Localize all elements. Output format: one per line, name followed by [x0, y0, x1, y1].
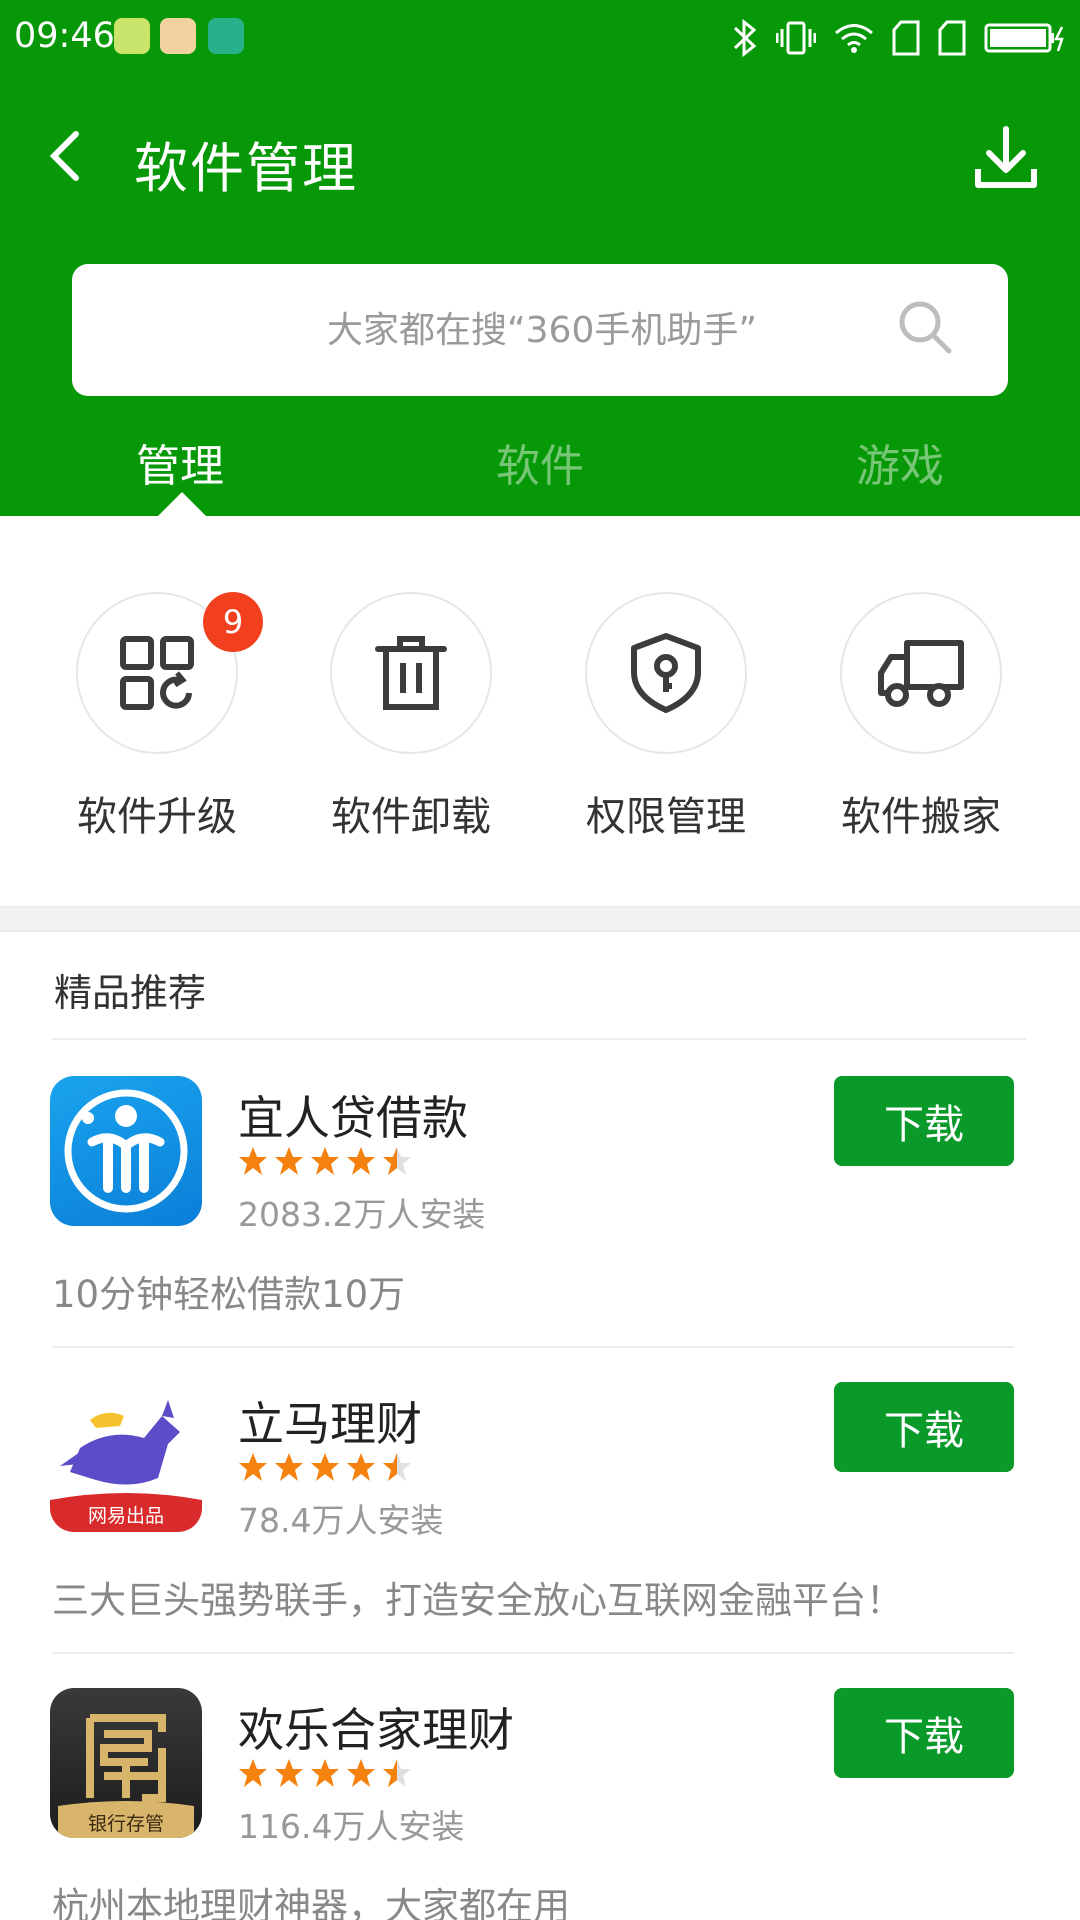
app-description: 三大巨头强势联手，打造安全放心互联网金融平台！	[52, 1579, 903, 1622]
app-update-icon	[120, 636, 194, 710]
tool-label: 软件搬家	[841, 794, 1001, 840]
app-icon-lima: 网易出品	[50, 1382, 202, 1532]
star-icon	[347, 1759, 375, 1787]
app-installs: 78.4万人安装	[238, 1501, 444, 1540]
search-input[interactable]	[222, 264, 862, 396]
sim2-icon	[938, 20, 966, 56]
app-header: 09:46 软件管理 管理 软件 游戏	[0, 0, 1080, 516]
tool-circle	[585, 592, 747, 754]
status-time: 09:46	[14, 16, 115, 56]
back-arrow-icon	[49, 131, 79, 181]
status-icons	[732, 14, 1066, 62]
section-divider	[0, 906, 1080, 932]
app-description: 杭州本地理财神器，大家都在用	[52, 1885, 570, 1920]
back-button[interactable]	[40, 126, 90, 186]
bluetooth-icon	[733, 18, 757, 58]
tool-label: 权限管理	[586, 794, 746, 840]
tool-circle	[840, 592, 1002, 754]
star-icon	[275, 1147, 303, 1175]
app-installs: 116.4万人安装	[238, 1807, 465, 1846]
sim1-icon	[892, 20, 920, 56]
tab-software[interactable]: 软件	[440, 430, 640, 494]
download-button[interactable]: 下载	[834, 1076, 1014, 1166]
battery-icon	[984, 23, 1064, 53]
app-card[interactable]: 银行存管 欢乐合家理财 116.4万人安装 下载 杭州本地理财神器，大家都在用	[0, 1652, 1080, 1920]
star-icon	[311, 1453, 339, 1481]
app-installs: 2083.2万人安装	[238, 1195, 486, 1234]
star-icon	[239, 1453, 267, 1481]
app-name: 立马理财	[238, 1397, 422, 1451]
tab-games[interactable]: 游戏	[800, 430, 1000, 494]
trash-icon	[375, 636, 447, 710]
tool-circle	[330, 592, 492, 754]
icon-tag-text: 网易出品	[88, 1505, 164, 1527]
icon-tag-text: 银行存管	[88, 1813, 164, 1835]
half-star-icon	[383, 1147, 411, 1175]
app-description: 10分钟轻松借款10万	[52, 1273, 406, 1316]
star-icon	[311, 1759, 339, 1787]
rating-stars	[238, 1452, 412, 1482]
app-card[interactable]: 网易出品 立马理财 78.4万人安装 下载 三大巨头强势联手，打造安全放心互联网…	[0, 1346, 1080, 1654]
tool-label: 软件升级	[77, 794, 237, 840]
app-name: 欢乐合家理财	[238, 1703, 514, 1757]
app-card[interactable]: 宜人贷借款 2083.2万人安装 下载 10分钟轻松借款10万	[0, 1040, 1080, 1348]
search-icon[interactable]	[896, 298, 954, 356]
search-box[interactable]	[72, 264, 1008, 396]
download-button[interactable]: 下载	[834, 1382, 1014, 1472]
tool-label: 软件卸载	[331, 794, 491, 840]
section-title: 精品推荐	[54, 971, 207, 1015]
wifi-icon	[835, 24, 873, 53]
app-icon-yirendai	[50, 1076, 202, 1226]
usb-icon	[208, 18, 244, 54]
page-title: 软件管理	[134, 137, 358, 200]
half-star-icon	[383, 1453, 411, 1481]
app-name: 宜人贷借款	[238, 1091, 468, 1145]
download-manager-button[interactable]	[970, 122, 1042, 194]
download-button[interactable]: 下载	[834, 1688, 1014, 1778]
tab-indicator	[158, 492, 206, 516]
star-icon	[239, 1147, 267, 1175]
star-icon	[311, 1147, 339, 1175]
star-icon	[275, 1453, 303, 1481]
vibrate-icon	[776, 21, 816, 55]
tool-uninstall[interactable]: 软件卸载	[300, 592, 520, 852]
star-icon	[347, 1147, 375, 1175]
notification-icon-2	[160, 18, 196, 54]
notification-icon-1	[114, 18, 150, 54]
tool-app-move[interactable]: 软件搬家	[810, 592, 1030, 852]
quick-tools: 软件升级 软件卸载 权限管理 软件搬家	[0, 516, 1080, 906]
star-icon	[347, 1453, 375, 1481]
star-icon	[239, 1759, 267, 1787]
tab-manage[interactable]: 管理	[80, 430, 280, 494]
app-icon-huanle: 银行存管	[50, 1688, 202, 1838]
truck-icon	[878, 640, 964, 707]
rating-stars	[238, 1146, 412, 1176]
download-icon	[975, 126, 1037, 188]
shield-key-icon	[631, 633, 701, 713]
update-count-badge: 9	[203, 592, 263, 652]
star-icon	[275, 1759, 303, 1787]
rating-stars	[238, 1758, 412, 1788]
tool-permissions[interactable]: 权限管理	[555, 592, 775, 852]
status-bar: 09:46	[0, 0, 1080, 78]
half-star-icon	[383, 1759, 411, 1787]
